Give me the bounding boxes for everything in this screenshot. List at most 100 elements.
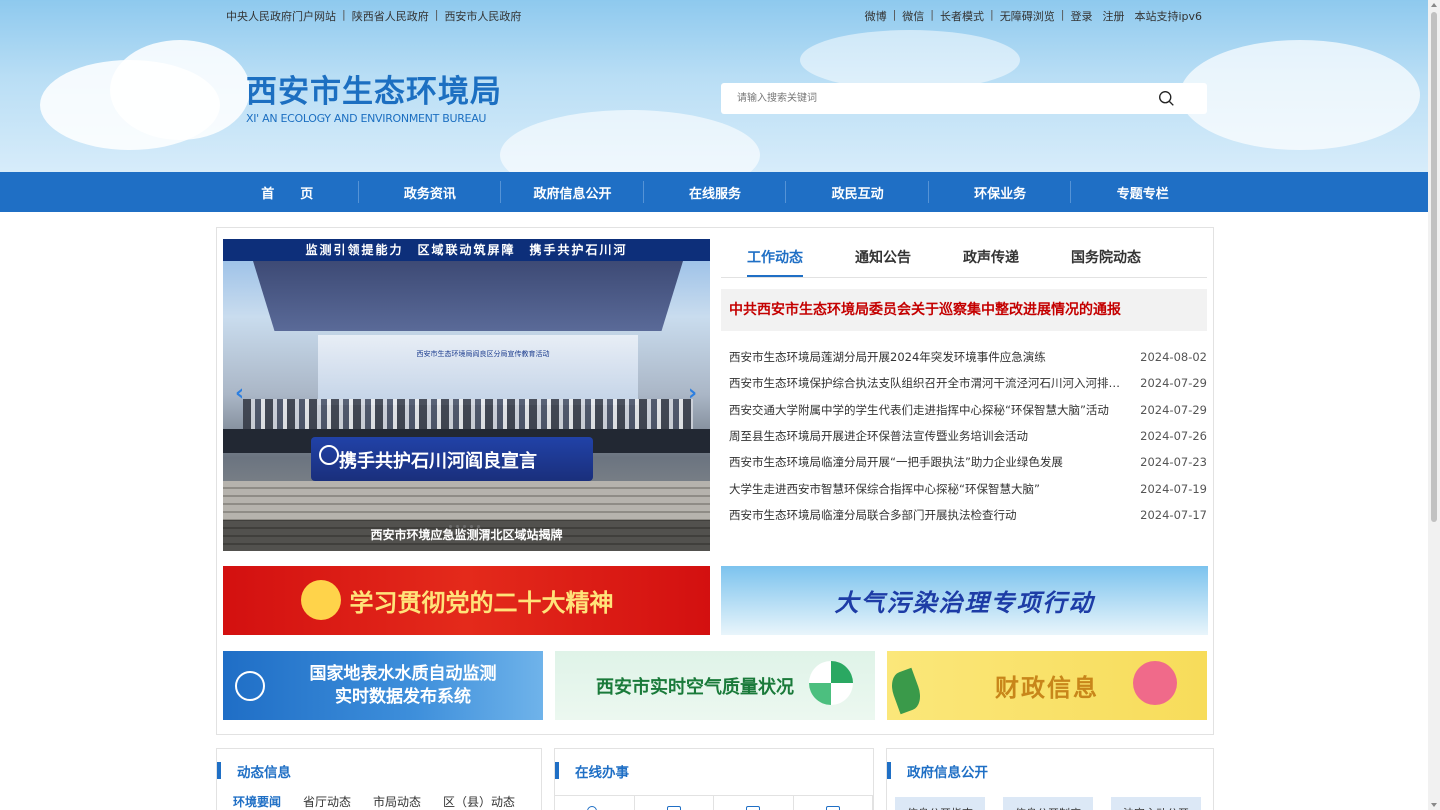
news-image-slider[interactable]: 监测引领提能力 区域联动筑屏障 携手共护石川河 西安市生态环境局阎良区分局宣传教… xyxy=(223,239,710,551)
news-title[interactable]: 西安市生态环境局莲湖分局开展2024年突发环境事件应急演练 xyxy=(729,349,1124,365)
party-congress-banner[interactable]: 学习贯彻党的二十大精神 xyxy=(223,566,710,635)
stage-roof xyxy=(253,261,683,331)
nav-item-gov-info[interactable]: 政府信息公开 xyxy=(501,172,644,212)
pinwheel-icon xyxy=(809,661,853,705)
logo-english-name: XI' AN ECOLOGY AND ENVIRONMENT BUREAU xyxy=(246,112,487,125)
news-title[interactable]: 周至县生态环境局开展进企环保普法宣传暨业务培训会活动 xyxy=(729,428,1124,444)
nav-item-env-business[interactable]: 环保业务 xyxy=(929,172,1072,212)
list-item[interactable]: 周至县生态环境局开展进企环保普法宣传暨业务培训会活动 2024-07-26 xyxy=(729,423,1207,449)
link-xian-gov[interactable]: 西安市人民政府 xyxy=(444,8,521,24)
link-central-gov[interactable]: 中央人民政府门户网站 xyxy=(226,8,336,24)
ipv6-notice: 本站支持ipv6 xyxy=(1134,10,1202,23)
news-date: 2024-07-19 xyxy=(1140,481,1207,496)
service-cell[interactable] xyxy=(714,795,794,810)
search-icon[interactable] xyxy=(1158,90,1175,107)
tab-district[interactable]: 区（县）动态 xyxy=(443,793,515,810)
info-statutory-button[interactable]: 法定主动公开 xyxy=(1111,797,1201,810)
card-title: 在线办事 xyxy=(555,761,629,781)
gov-info-pills: 信息公开指南 信息公开制度 法定主动公开 xyxy=(895,797,1201,810)
link-login[interactable]: 登录 xyxy=(1070,8,1092,24)
link-wechat[interactable]: 微信 xyxy=(902,8,924,24)
chevron-right-icon[interactable]: › xyxy=(688,383,698,405)
link-register[interactable]: 注册 xyxy=(1102,8,1124,24)
slider-caption[interactable]: 西安市环境应急监测渭北区域站揭牌 xyxy=(223,520,710,551)
service-cell[interactable] xyxy=(793,795,873,810)
news-date: 2024-07-29 xyxy=(1140,376,1207,391)
tab-gov-voice[interactable]: 政声传递 xyxy=(963,242,1019,277)
party-emblem-icon xyxy=(301,580,341,620)
dynamic-subtabs: 环境要闻 省厅动态 市局动态 区（县）动态 xyxy=(233,793,515,810)
stage-banner-text: 监测引领提能力 区域联动筑屏障 携手共护石川河 xyxy=(223,239,710,261)
news-date: 2024-08-02 xyxy=(1140,350,1207,365)
gov-info-card: 政府信息公开 信息公开指南 信息公开制度 法定主动公开 xyxy=(886,748,1214,810)
tab-work-news[interactable]: 工作动态 xyxy=(747,242,803,277)
headline-news-link[interactable]: 中共西安市生态环境局委员会关于巡察集中整改进展情况的通报 xyxy=(721,289,1207,331)
nav-item-special-topics[interactable]: 专题专栏 xyxy=(1071,172,1214,212)
list-item[interactable]: 西安市生态环境局临潼分局联合多部门开展执法检查行动 2024-07-17 xyxy=(729,502,1207,528)
list-item[interactable]: 西安市生态环境局莲湖分局开展2024年突发环境事件应急演练 2024-08-02 xyxy=(729,344,1207,370)
list-item[interactable]: 大学生走进西安市智慧环保综合指挥中心探秘“环保智慧大脑” 2024-07-19 xyxy=(729,475,1207,501)
officials-row xyxy=(243,399,693,429)
nav-item-home[interactable]: 首 页 xyxy=(216,172,359,212)
link-weibo[interactable]: 微博 xyxy=(865,8,887,24)
list-item[interactable]: 西安交通大学附属中学的学生代表们走进指挥中心探秘“环保智慧大脑”活动 2024-0… xyxy=(729,397,1207,423)
info-system-button[interactable]: 信息公开制度 xyxy=(1003,797,1093,810)
stage-backdrop-text: 西安市生态环境局阎良区分局宣传教育活动 xyxy=(416,350,550,358)
cnemc-logo-icon xyxy=(235,671,265,701)
piggy-bank-icon xyxy=(1133,661,1177,705)
news-list: 西安市生态环境局莲湖分局开展2024年突发环境事件应急演练 2024-08-02 … xyxy=(729,344,1207,528)
nav-item-interaction[interactable]: 政民互动 xyxy=(786,172,929,212)
news-title[interactable]: 西安市生态环境保护综合执法支队组织召开全市渭河干流泾河石川河入河排污口整治工作推… xyxy=(729,375,1124,391)
pledge-logo-icon xyxy=(319,445,339,465)
tab-province-dept[interactable]: 省厅动态 xyxy=(303,793,351,810)
news-tabs: 工作动态 通知公告 政声传递 国务院动态 xyxy=(721,242,1207,278)
form-icon xyxy=(825,806,840,810)
document-icon xyxy=(666,806,681,810)
page-scrollbar[interactable] xyxy=(1428,0,1440,810)
nav-item-news[interactable]: 政务资讯 xyxy=(359,172,502,212)
service-cell[interactable] xyxy=(634,795,714,810)
monitor-icon xyxy=(746,806,760,810)
air-quality-text: 西安市实时空气质量状况 xyxy=(596,676,794,698)
air-banner-text: 大气污染治理专项行动 xyxy=(834,588,1095,617)
finance-text: 财政信息 xyxy=(995,674,1099,702)
search-input[interactable] xyxy=(721,83,1141,114)
news-title[interactable]: 西安交通大学附属中学的学生代表们走进指挥中心探秘“环保智慧大脑”活动 xyxy=(729,402,1124,418)
water-monitoring-banner[interactable]: 国家地表水水质自动监测 实时数据发布系统 xyxy=(223,651,543,720)
tab-city-bureau[interactable]: 市局动态 xyxy=(373,793,421,810)
site-logo[interactable]: 西安市生态环境局 XI' AN ECOLOGY AND ENVIRONMENT … xyxy=(246,74,502,125)
link-elder-mode[interactable]: 长者模式 xyxy=(940,8,984,24)
pledge-board-text: 携手共护石川河阎良宣言 xyxy=(339,451,537,472)
list-item[interactable]: 西安市生态环境局临潼分局开展“一把手跟执法”助力企业绿色发展 2024-07-23 xyxy=(729,449,1207,475)
scroll-thumb[interactable] xyxy=(1431,12,1437,522)
news-date: 2024-07-26 xyxy=(1140,429,1207,444)
list-item[interactable]: 西安市生态环境保护综合执法支队组织召开全市渭河干流泾河石川河入河排污口整治工作推… xyxy=(729,370,1207,396)
link-shaanxi-gov[interactable]: 陕西省人民政府 xyxy=(352,8,429,24)
info-guide-button[interactable]: 信息公开指南 xyxy=(895,797,985,810)
news-title[interactable]: 大学生走进西安市智慧环保综合指挥中心探秘“环保智慧大脑” xyxy=(729,481,1124,497)
service-icon xyxy=(587,806,597,810)
main-nav: 首 页 政务资讯 政府信息公开 在线服务 政民互动 环保业务 专题专栏 xyxy=(0,172,1428,212)
news-title[interactable]: 西安市生态环境局临潼分局联合多部门开展执法检查行动 xyxy=(729,507,1124,523)
tab-env-news[interactable]: 环境要闻 xyxy=(233,793,281,810)
logo-chinese-name: 西安市生态环境局 xyxy=(246,74,502,110)
leaf-icon xyxy=(887,667,926,715)
scroll-up-arrow-icon[interactable] xyxy=(1431,3,1437,7)
nav-item-online-service[interactable]: 在线服务 xyxy=(644,172,787,212)
air-quality-banner[interactable]: 西安市实时空气质量状况 xyxy=(555,651,875,720)
online-service-card: 在线办事 xyxy=(554,748,874,810)
scroll-down-arrow-icon[interactable] xyxy=(1431,803,1437,807)
site-header: 中央人民政府门户网站 | 陕西省人民政府 | 西安市人民政府 微博 | 微信 |… xyxy=(0,0,1428,172)
air-pollution-banner[interactable]: 大气污染治理专项行动 xyxy=(721,566,1208,635)
card-title: 动态信息 xyxy=(217,761,291,781)
service-cell[interactable] xyxy=(555,795,635,810)
tab-state-council[interactable]: 国务院动态 xyxy=(1071,242,1141,277)
top-link-bar: 中央人民政府门户网站 | 陕西省人民政府 | 西安市人民政府 微博 | 微信 |… xyxy=(226,8,1202,24)
chevron-left-icon[interactable]: ‹ xyxy=(235,383,245,405)
water-banner-line2: 实时数据发布系统 xyxy=(335,686,471,707)
news-title[interactable]: 西安市生态环境局临潼分局开展“一把手跟执法”助力企业绿色发展 xyxy=(729,454,1124,470)
link-accessibility[interactable]: 无障碍浏览 xyxy=(1000,8,1055,24)
dynamic-info-card: 动态信息 环境要闻 省厅动态 市局动态 区（县）动态 xyxy=(216,748,542,810)
tab-notices[interactable]: 通知公告 xyxy=(855,242,911,277)
finance-info-banner[interactable]: 财政信息 xyxy=(887,651,1207,720)
